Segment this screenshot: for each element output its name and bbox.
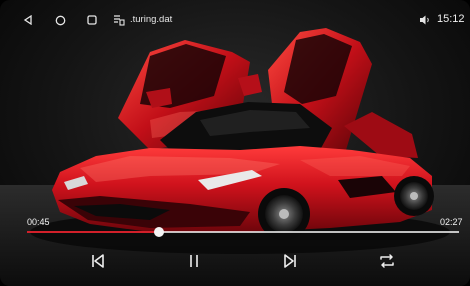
- back-icon[interactable]: [20, 12, 36, 28]
- file-name-label: .turing.dat: [130, 14, 173, 25]
- total-time: 02:27: [440, 217, 463, 227]
- next-icon: [284, 254, 296, 268]
- next-button[interactable]: [279, 250, 301, 272]
- volume-icon[interactable]: [418, 12, 432, 28]
- repeat-button[interactable]: [376, 250, 398, 272]
- status-bar: .turing.dat 15:12: [0, 0, 470, 40]
- file-icon: [112, 12, 126, 28]
- recent-apps-icon[interactable]: [84, 12, 100, 28]
- clock: 15:12: [437, 13, 465, 25]
- pause-icon: [190, 255, 198, 267]
- seek-bar[interactable]: [27, 227, 459, 237]
- playback-controls: [0, 246, 470, 276]
- video-player-screen: .turing.dat 15:12 00:45 02:27: [0, 0, 470, 286]
- pause-button[interactable]: [183, 250, 205, 272]
- home-icon[interactable]: [52, 12, 68, 28]
- previous-icon: [92, 254, 104, 268]
- repeat-icon: [380, 254, 394, 268]
- previous-button[interactable]: [87, 250, 109, 272]
- video-frame-artwork: [0, 28, 470, 286]
- elapsed-time: 00:45: [27, 217, 50, 227]
- seek-bar-progress: [27, 231, 160, 233]
